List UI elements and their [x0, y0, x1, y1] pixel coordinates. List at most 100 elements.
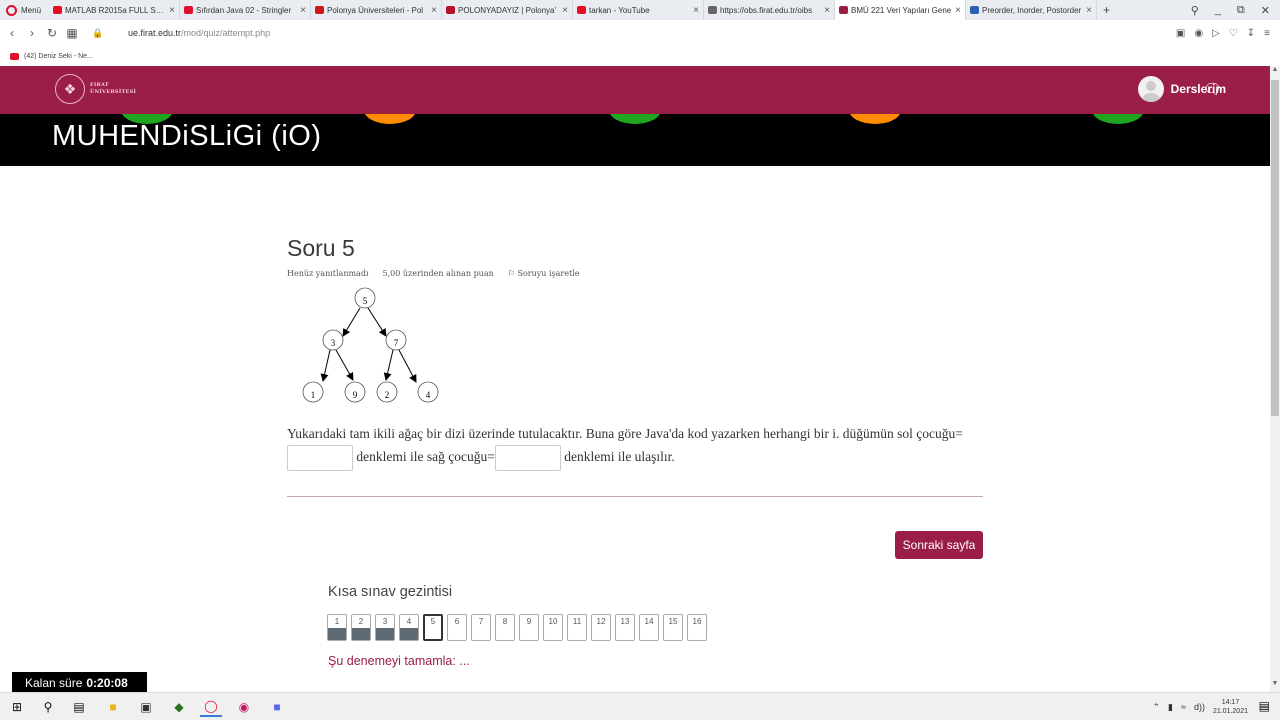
- divider: [287, 496, 983, 497]
- forward-icon[interactable]: ›: [22, 26, 42, 40]
- minimize-icon[interactable]: _: [1215, 4, 1221, 16]
- browser-tab[interactable]: BMÜ 221 Veri Yapıları Gene ×: [835, 0, 967, 20]
- browser-tab[interactable]: Polonya Üniversiteleri - Pol ×: [311, 0, 443, 20]
- quiz-nav-button[interactable]: 15: [663, 614, 683, 641]
- tree-node-label: 2: [385, 390, 390, 400]
- close-tab-icon[interactable]: ×: [431, 5, 437, 16]
- store-icon[interactable]: ▣: [135, 697, 157, 717]
- quiz-nav-button[interactable]: 1: [327, 614, 347, 641]
- quiz-nav-button[interactable]: 16: [687, 614, 707, 641]
- heart-icon[interactable]: ♡: [1229, 28, 1238, 39]
- close-tab-icon[interactable]: ×: [693, 5, 699, 16]
- snapshot-icon[interactable]: ▣: [1176, 28, 1185, 39]
- scroll-up-icon[interactable]: ▲: [1270, 66, 1280, 78]
- opera-taskbar-icon[interactable]: ◯: [200, 697, 222, 717]
- app-icon[interactable]: ◆: [168, 697, 190, 717]
- scroll-down-icon[interactable]: ▼: [1270, 680, 1280, 692]
- url-field[interactable]: ue.firat.edu.tr/mod/quiz/attempt.php: [128, 28, 270, 38]
- quiz-nav-button[interactable]: 8: [495, 614, 515, 641]
- tree-node-label: 3: [331, 338, 336, 348]
- close-tab-icon[interactable]: ×: [955, 5, 961, 16]
- tab-favicon-icon: [839, 6, 849, 14]
- restore-icon[interactable]: ⧉: [1237, 4, 1245, 17]
- search-icon[interactable]: ⚲: [37, 697, 59, 717]
- bookmark-item[interactable]: (42) Deniz Seki - Ne...: [24, 53, 93, 60]
- banner-decoration: [609, 114, 661, 124]
- browser-tab[interactable]: MATLAB R2015a FULL SUR ×: [49, 0, 181, 20]
- next-page-button[interactable]: Sonraki sayfa: [895, 531, 983, 559]
- site-logo[interactable]: ❖ FIRAT ÜNİVERSİTESİ: [55, 74, 136, 104]
- quiz-nav-title: Kısa sınav gezintisi: [328, 584, 453, 600]
- quiz-nav-button[interactable]: 11: [567, 614, 587, 641]
- quiz-nav-button[interactable]: 4: [399, 614, 419, 641]
- quiz-nav-button[interactable]: 3: [375, 614, 395, 641]
- flag-icon: ⚐: [507, 269, 515, 278]
- notification-icon[interactable]: ▤: [1259, 699, 1270, 713]
- send-icon[interactable]: ▷: [1212, 28, 1220, 39]
- volume-icon[interactable]: d)): [1194, 702, 1205, 712]
- adblock-icon[interactable]: ◉: [1194, 28, 1203, 39]
- browser-tab[interactable]: tarkan - YouTube ×: [573, 0, 705, 20]
- quiz-nav-button[interactable]: 5: [423, 614, 443, 641]
- address-bar: ‹ › ↻ ▦ 🔒 ue.firat.edu.tr/mod/quiz/attem…: [0, 20, 1280, 46]
- speed-dial-icon[interactable]: ▦: [62, 26, 82, 40]
- close-tab-icon[interactable]: ×: [1086, 5, 1092, 16]
- browser-tab[interactable]: Preorder, Inorder, Postorder ×: [966, 0, 1098, 20]
- quiz-nav-button[interactable]: 14: [639, 614, 659, 641]
- close-tab-icon[interactable]: ×: [824, 5, 830, 16]
- windows-start-icon[interactable]: ⊞: [6, 697, 28, 717]
- quiz-nav-button[interactable]: 6: [447, 614, 467, 641]
- browser-tab[interactable]: POLONYADAYIZ | Polonya' ×: [442, 0, 574, 20]
- quiz-nav-button[interactable]: 9: [519, 614, 539, 641]
- finish-attempt-link[interactable]: Şu denemeyi tamamla: ...: [328, 654, 470, 668]
- download-icon[interactable]: ↧: [1247, 28, 1255, 39]
- quiz-nav-button[interactable]: 7: [471, 614, 491, 641]
- app-icon-2[interactable]: ◉: [233, 697, 255, 717]
- tab-favicon-icon: [53, 6, 63, 14]
- tree-node-label: 5: [363, 296, 368, 306]
- clock-time: 14:17: [1221, 699, 1240, 706]
- tab-title: POLONYADAYIZ | Polonya': [458, 5, 557, 15]
- file-explorer-icon[interactable]: ■: [102, 697, 124, 717]
- tab-favicon-icon: [970, 6, 980, 14]
- messages-icon[interactable]: 🗨: [1203, 80, 1222, 98]
- flag-question[interactable]: ⚐ Soruyu işaretle: [508, 269, 580, 278]
- clock[interactable]: 14:17 21.01.2021: [1213, 698, 1248, 716]
- close-window-icon[interactable]: ✕: [1261, 4, 1270, 17]
- timer-label: Kalan süre: [25, 675, 83, 690]
- time-remaining: Kalan süre 0:20:08: [12, 672, 147, 693]
- task-view-icon[interactable]: ▤: [68, 697, 90, 717]
- menu-label: Menü: [21, 5, 42, 15]
- close-tab-icon[interactable]: ×: [300, 5, 306, 16]
- close-tab-icon[interactable]: ×: [562, 5, 568, 16]
- question-title: Soru 5: [287, 235, 355, 261]
- page-scrollbar[interactable]: ▲ ▼: [1270, 66, 1280, 692]
- quiz-nav-button[interactable]: 10: [543, 614, 563, 641]
- browser-tab[interactable]: https://obs.firat.edu.tr/oibs ×: [704, 0, 836, 20]
- left-child-answer-input[interactable]: [287, 445, 353, 471]
- chevron-up-icon[interactable]: ⌃: [1153, 702, 1161, 713]
- scroll-thumb[interactable]: [1271, 80, 1279, 416]
- quiz-nav-button[interactable]: 12: [591, 614, 611, 641]
- search-tabs-icon[interactable]: ⚲: [1191, 4, 1199, 17]
- reload-icon[interactable]: ↻: [42, 26, 62, 40]
- close-tab-icon[interactable]: ×: [169, 5, 175, 16]
- banner-decoration: [1092, 114, 1144, 124]
- tab-title: MATLAB R2015a FULL SUR: [65, 5, 167, 15]
- back-icon[interactable]: ‹: [2, 26, 22, 40]
- banner-decoration: [849, 114, 901, 124]
- new-tab-button[interactable]: +: [1097, 3, 1116, 17]
- microphone-icon[interactable]: ▮: [1168, 702, 1173, 713]
- lock-icon: 🔒: [92, 27, 104, 38]
- tree-node-label: 1: [311, 390, 316, 400]
- right-child-answer-input[interactable]: [494, 445, 561, 471]
- quiz-nav-button[interactable]: 2: [351, 614, 371, 641]
- discord-icon[interactable]: ■: [266, 697, 288, 717]
- browser-tab[interactable]: Sıfırdan Java 02 - Stringler ×: [180, 0, 312, 20]
- opera-menu-button[interactable]: Menü: [0, 0, 49, 20]
- network-icon[interactable]: ≈: [1181, 702, 1186, 712]
- quiz-nav-button[interactable]: 13: [615, 614, 635, 641]
- opera-logo-icon: [6, 4, 17, 16]
- site-header: ❖ FIRAT ÜNİVERSİTESİ Derslerim 🗨: [0, 66, 1270, 114]
- easy-setup-icon[interactable]: ≡: [1264, 28, 1270, 39]
